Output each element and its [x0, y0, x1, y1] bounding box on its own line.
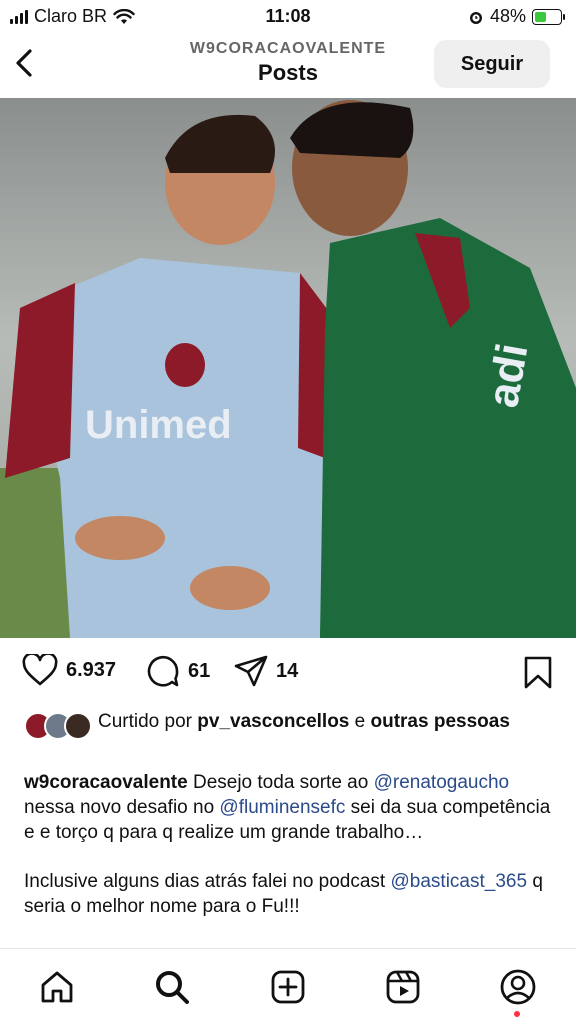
mention-link[interactable]: @fluminensefc	[219, 797, 345, 818]
liked-avatars	[24, 712, 94, 740]
header: W9CORACAOVALENTE Posts Seguir	[0, 32, 576, 98]
add-post-icon[interactable]	[270, 969, 306, 1005]
comment-count: 61	[188, 659, 211, 682]
caption-paragraph: w9coracaovalente Desejo toda sorte ao @r…	[24, 770, 554, 845]
post-image[interactable]: Unimed adi	[0, 98, 576, 638]
search-icon[interactable]	[154, 969, 190, 1005]
like-count: 6.937	[66, 658, 117, 681]
comment-action[interactable]: 61	[146, 654, 210, 688]
liked-by-others[interactable]: outras pessoas	[371, 711, 510, 732]
battery-percent: 48%	[489, 6, 526, 26]
jersey-text: Unimed	[85, 403, 232, 447]
liked-by-prefix: Curtido por	[98, 711, 198, 732]
caption-paragraph: Inclusive alguns dias atrás falei no pod…	[24, 869, 554, 919]
post-actions: 6.937 61 14	[0, 650, 576, 696]
mention-link[interactable]: @basticast_365	[391, 871, 528, 892]
liked-by[interactable]: Curtido por pv_vasconcellos e outras pes…	[24, 710, 554, 740]
search-tab[interactable]	[152, 967, 192, 1007]
bookmark-icon[interactable]	[524, 656, 552, 690]
home-tab[interactable]	[37, 967, 77, 1007]
liked-by-text: Curtido por pv_vasconcellos e outras pes…	[98, 710, 554, 734]
caption-text: Inclusive alguns dias atrás falei no pod…	[24, 871, 391, 892]
share-count: 14	[276, 659, 299, 682]
avatar	[64, 712, 92, 740]
follow-button[interactable]: Seguir	[434, 40, 550, 88]
bottom-nav	[0, 948, 576, 1025]
caption-username[interactable]: w9coracaovalente	[24, 772, 188, 793]
caption-text: nessa novo desafio no	[24, 797, 220, 818]
alarm-icon	[469, 11, 482, 24]
caption-text: Desejo toda sorte ao	[187, 772, 374, 793]
profile-icon[interactable]	[499, 968, 537, 1006]
like-action[interactable]: 6.937	[22, 654, 116, 686]
home-icon[interactable]	[39, 969, 75, 1005]
share-icon[interactable]	[234, 654, 268, 688]
post-caption: w9coracaovalente Desejo toda sorte ao @r…	[24, 770, 554, 919]
comment-icon[interactable]	[146, 654, 180, 688]
mention-link[interactable]: @renatogaucho	[374, 772, 510, 793]
liked-by-conj: e	[349, 711, 371, 732]
create-tab[interactable]	[268, 967, 308, 1007]
battery-icon	[532, 8, 565, 25]
reels-icon[interactable]	[385, 969, 421, 1005]
liked-by-user[interactable]: pv_vasconcellos	[197, 711, 349, 732]
status-bar: Claro BR 11:08 48%	[0, 0, 576, 32]
profile-tab[interactable]	[498, 967, 538, 1007]
share-action[interactable]: 14	[234, 654, 298, 688]
reels-tab[interactable]	[383, 967, 423, 1007]
notification-dot	[514, 1011, 520, 1017]
heart-icon[interactable]	[22, 654, 58, 686]
